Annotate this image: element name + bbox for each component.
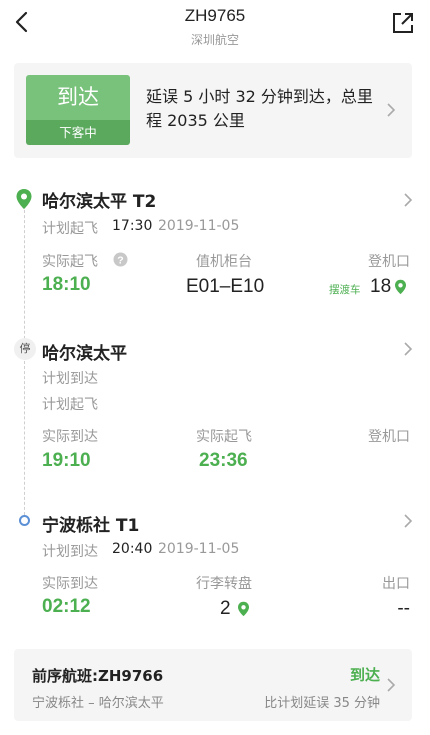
baggage-carousel-value: 2 bbox=[220, 598, 231, 619]
stopover-planned-arrival-label: 计划到达 bbox=[42, 371, 98, 387]
status-state: 到达 bbox=[26, 75, 130, 120]
baggage-location-icon[interactable] bbox=[237, 601, 250, 617]
status-description: 延误 5 小时 32 分钟到达，总里程 2035 公里 bbox=[146, 87, 373, 130]
share-icon bbox=[393, 13, 413, 33]
shuttle-bus-tag: 摆渡车 bbox=[329, 284, 361, 296]
arrival-planned-label: 计划到达 bbox=[42, 544, 98, 560]
departure-planned-date: 2019-11-05 bbox=[158, 218, 240, 234]
airline-name: 深圳航空 bbox=[190, 33, 239, 47]
previous-flight-title: 前序航班:ZH9766 bbox=[32, 667, 164, 685]
departure-gate-label: 登机口 bbox=[368, 254, 410, 270]
share-button[interactable] bbox=[390, 10, 416, 36]
flight-status-card[interactable]: 到达 下客中 延误 5 小时 32 分钟到达，总里程 2035 公里 bbox=[14, 63, 412, 158]
departure-planned-time: 17:30 bbox=[112, 218, 153, 234]
departure-actual-label: 实际起飞 bbox=[42, 254, 98, 270]
previous-flight-status: 到达 bbox=[349, 666, 380, 684]
stopover-gate-label: 登机口 bbox=[368, 429, 410, 445]
departure-airport[interactable]: 哈尔滨太平 T2 bbox=[42, 187, 156, 212]
chevron-right-icon[interactable] bbox=[403, 192, 413, 208]
arrival-planned-date: 2019-11-05 bbox=[158, 541, 240, 557]
stopover-actual-arrival-time: 19:10 bbox=[42, 450, 91, 471]
stopover-badge: 停 bbox=[14, 338, 36, 360]
stopover-airport[interactable]: 哈尔滨太平 bbox=[42, 339, 127, 364]
exit-label: 出口 bbox=[382, 576, 410, 592]
arrival-actual-label: 实际到达 bbox=[42, 576, 98, 592]
arrival-planned-time: 20:40 bbox=[112, 541, 153, 557]
previous-flight-card[interactable]: 前序航班:ZH9766 宁波栎社 – 哈尔滨太平 到达 比计划延误 35 分钟 bbox=[14, 649, 412, 721]
help-icon[interactable]: ? bbox=[113, 252, 128, 267]
previous-flight-delay: 比计划延误 35 分钟 bbox=[264, 696, 380, 711]
stopover-actual-departure-time: 23:36 bbox=[199, 450, 248, 471]
baggage-carousel-label: 行李转盘 bbox=[196, 576, 252, 592]
stopover-planned-departure-label: 计划起飞 bbox=[42, 397, 98, 413]
chevron-right-icon bbox=[387, 678, 396, 692]
departure-actual-time: 18:10 bbox=[42, 274, 91, 295]
chevron-right-icon[interactable] bbox=[403, 341, 413, 357]
exit-value: -- bbox=[397, 598, 410, 619]
chevron-right-icon bbox=[387, 103, 396, 117]
departure-planned-label: 计划起飞 bbox=[42, 221, 98, 237]
page-title: ZH9765 bbox=[184, 6, 246, 25]
status-substate: 下客中 bbox=[26, 120, 130, 145]
stopover-actual-arrival-label: 实际到达 bbox=[42, 429, 98, 445]
location-pin-icon bbox=[16, 189, 32, 209]
checkin-counter-label: 值机柜台 bbox=[196, 254, 252, 270]
departure-gate-value: 18 bbox=[370, 276, 392, 297]
arrival-dot-icon bbox=[19, 515, 30, 526]
timeline-line bbox=[24, 205, 25, 520]
svg-text:?: ? bbox=[117, 254, 123, 266]
gate-location-icon[interactable] bbox=[394, 279, 407, 295]
stopover-actual-departure-label: 实际起飞 bbox=[196, 429, 252, 445]
arrival-actual-time: 02:12 bbox=[42, 596, 91, 617]
chevron-right-icon[interactable] bbox=[403, 513, 413, 529]
checkin-counter-value: E01–E10 bbox=[186, 276, 265, 297]
status-badge: 到达 下客中 bbox=[26, 75, 130, 145]
nav-header: ZH9765 深圳航空 bbox=[0, 0, 430, 55]
arrival-airport[interactable]: 宁波栎社 T1 bbox=[42, 511, 139, 536]
previous-flight-route: 宁波栎社 – 哈尔滨太平 bbox=[32, 696, 164, 711]
